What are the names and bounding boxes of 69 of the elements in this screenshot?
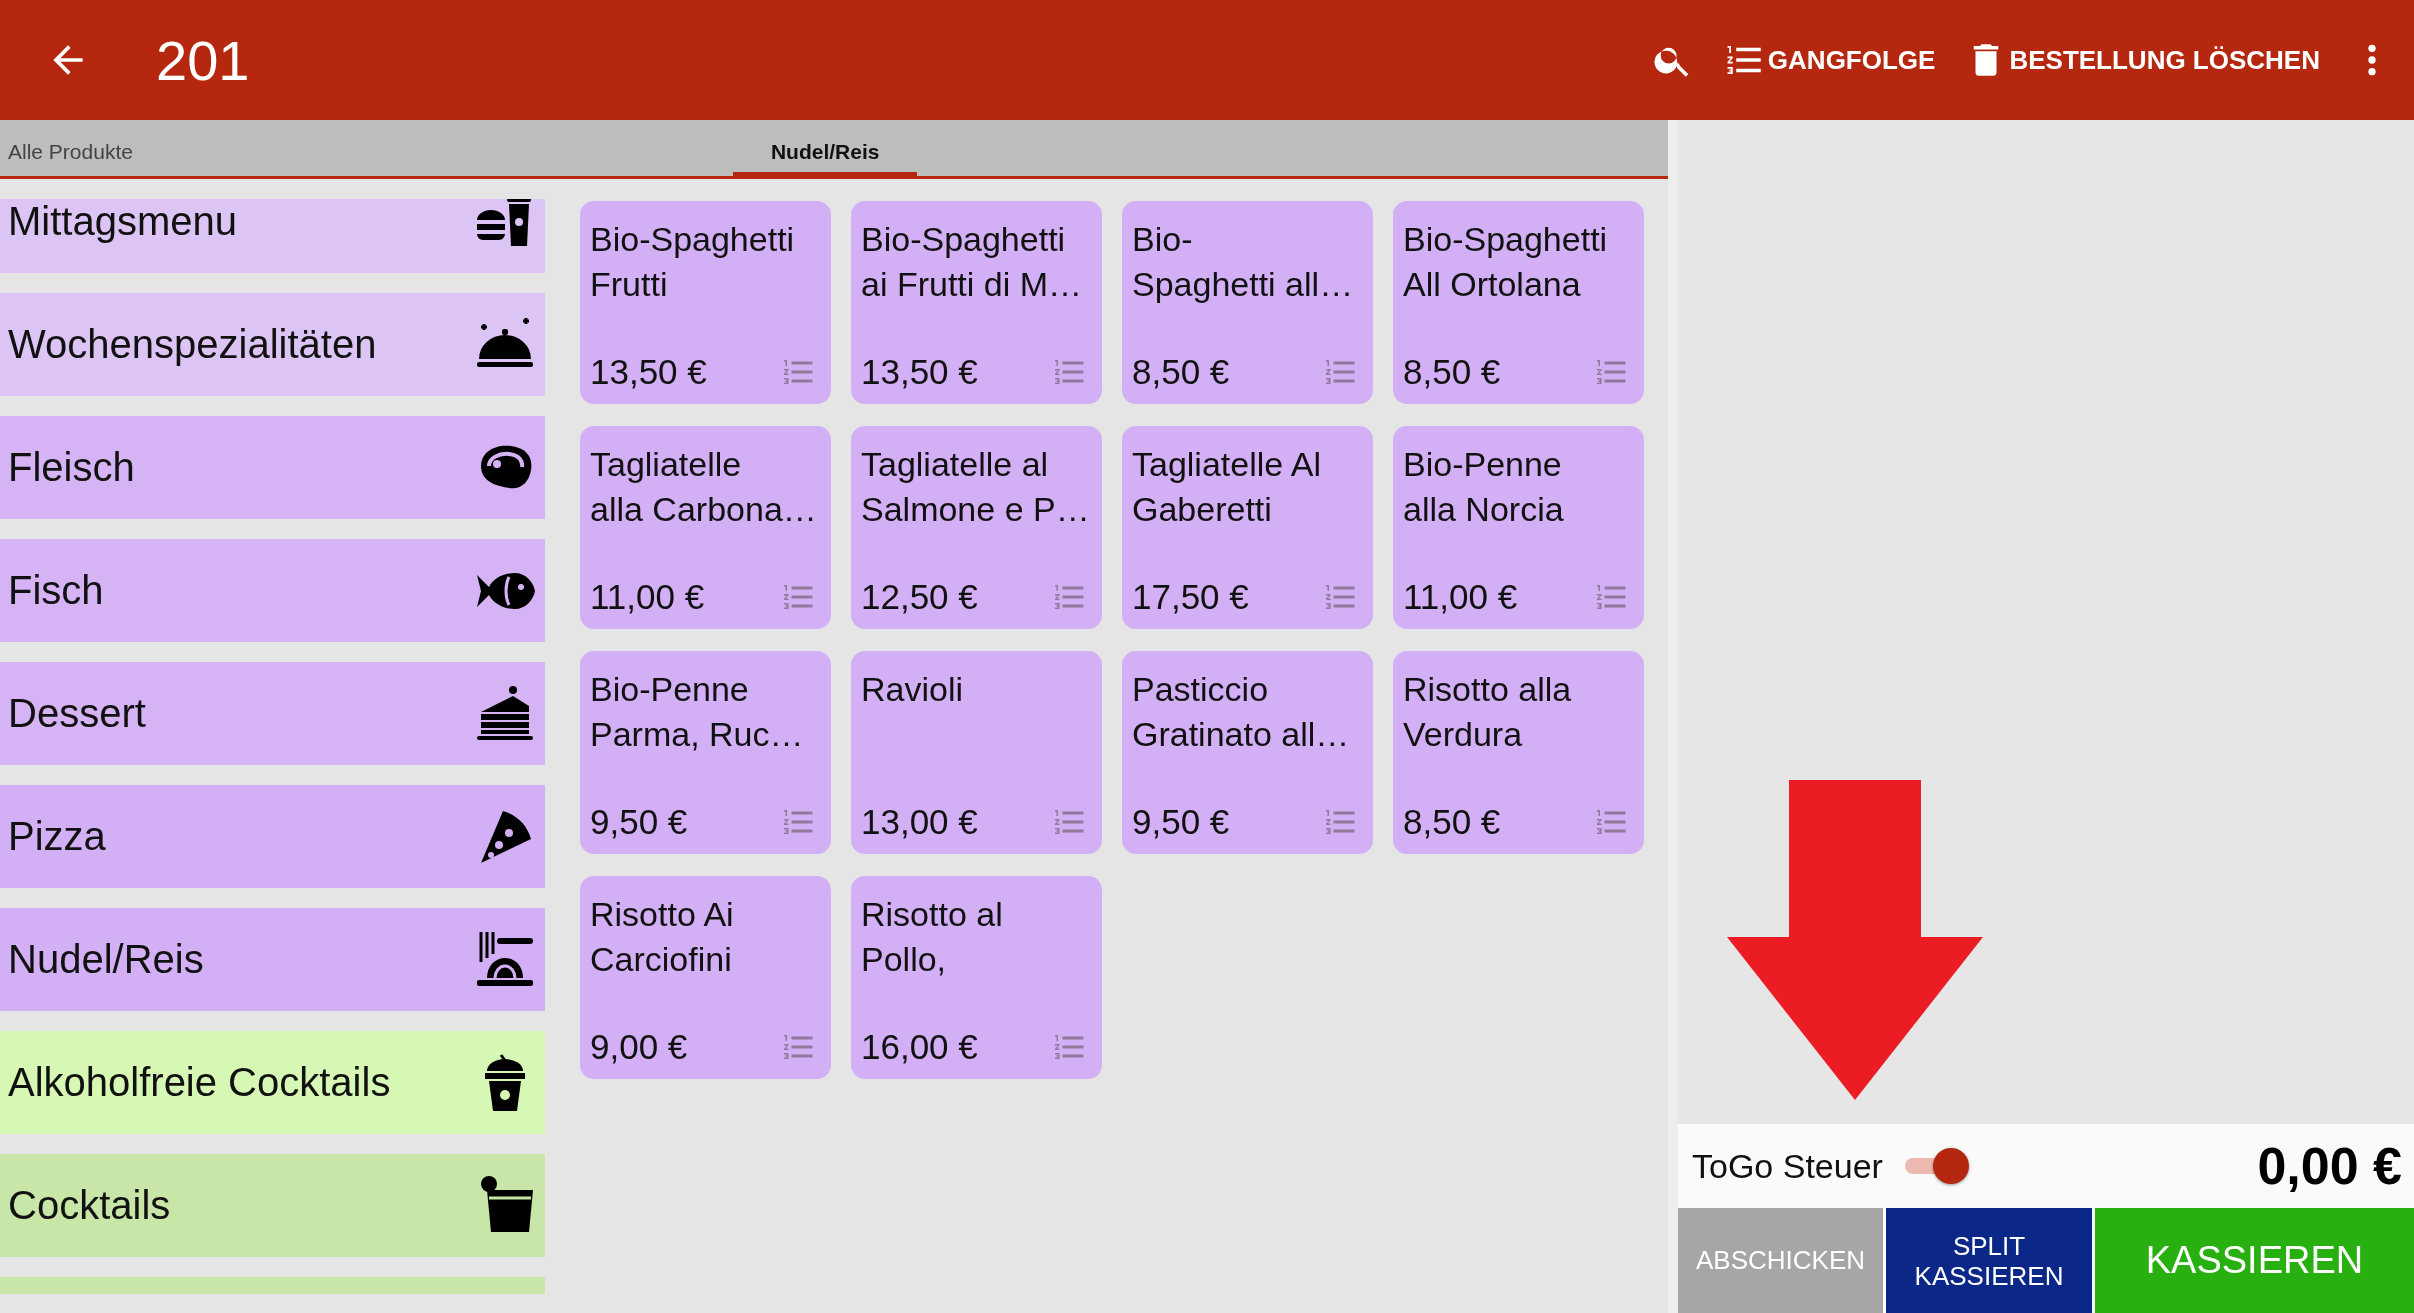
category-label: Alkoholfreie Cocktails	[8, 1060, 391, 1105]
product-price: 11,00 €	[590, 577, 705, 617]
product-tile[interactable]: Ravioli 13,00 €	[851, 651, 1102, 854]
product-price: 8,50 €	[1403, 352, 1501, 392]
product-tile[interactable]: Bio-Penne Parma, Ruc… 9,50 €	[580, 651, 831, 854]
category-label: Pizza	[8, 814, 106, 859]
product-tile[interactable]: Bio-Spaghetti Frutti 13,50 €	[580, 201, 831, 404]
category-label: Nudel/Reis	[8, 937, 204, 982]
product-name: Tagliatelle alla Carbona…	[590, 444, 817, 530]
product-tile[interactable]: Tagliatelle alla Carbona… 11,00 €	[580, 426, 831, 629]
product-name: Bio-Spaghetti Frutti	[590, 219, 795, 305]
category-label: Cocktails	[8, 1183, 171, 1228]
category-tab[interactable]: Nudel/Reis	[732, 120, 918, 176]
product-price: 9,00 €	[590, 1027, 688, 1067]
product-name: Bio-Spaghetti ai Frutti di M…	[861, 219, 1083, 305]
order-total: 0,00 €	[2257, 1136, 2402, 1196]
product-name: Bio-Spaghetti All Ortolana	[1403, 219, 1608, 305]
product-price: 13,00 €	[861, 802, 978, 842]
product-name: Ravioli	[861, 669, 964, 710]
category-item[interactable]: Nudel/Reis	[0, 908, 545, 1011]
product-price: 8,50 €	[1132, 352, 1230, 392]
product-price: 12,50 €	[861, 577, 978, 617]
delete-order-button[interactable]: BESTELLUNG LÖSCHEN	[1965, 39, 2320, 81]
category-item[interactable]: Fleisch	[0, 416, 545, 519]
product-price: 17,50 €	[1132, 577, 1249, 617]
category-item[interactable]: Wochenspezialitäten	[0, 293, 545, 396]
product-tile[interactable]: Bio-Spaghetti ai Frutti di M… 13,50 €	[851, 201, 1102, 404]
product-price: 13,50 €	[590, 352, 707, 392]
order-number: 201	[156, 27, 250, 93]
down-arrow-icon	[1727, 780, 1983, 1100]
product-tile[interactable]: Tagliatelle al Salmone e P… 12,50 €	[851, 426, 1102, 629]
product-price: 16,00 €	[861, 1027, 978, 1067]
product-price: 11,00 €	[1403, 577, 1518, 617]
product-tile[interactable]: Tagliatelle Al Gaberetti 17,50 €	[1122, 426, 1373, 629]
product-price: 13,50 €	[861, 352, 978, 392]
category-item[interactable]: Mittagsmenu	[0, 199, 545, 273]
product-tile[interactable]: Risotto al Pollo, 16,00 €	[851, 876, 1102, 1079]
product-tile[interactable]: Bio- Spaghetti all… 8,50 €	[1122, 201, 1373, 404]
product-name: Risotto alla Verdura	[1403, 669, 1572, 755]
product-name: Risotto al Pollo,	[861, 894, 1003, 980]
product-price: 9,50 €	[1132, 802, 1230, 842]
product-name: Pasticcio Gratinato all…	[1132, 669, 1350, 755]
category-item[interactable]: Cocktails	[0, 1154, 545, 1257]
product-price: 8,50 €	[1403, 802, 1501, 842]
split-pay-button[interactable]: SPLIT KASSIEREN	[1886, 1208, 2092, 1313]
product-name: Risotto Ai Carciofini	[590, 894, 734, 980]
course-order-button[interactable]: GANGFOLGE	[1723, 39, 1936, 81]
togo-tax-label: ToGo Steuer	[1692, 1146, 1883, 1186]
category-label: Dessert	[8, 691, 146, 736]
product-name: Tagliatelle al Salmone e P…	[861, 444, 1090, 530]
category-tab[interactable]: Alle Produkte	[0, 120, 141, 176]
product-tile[interactable]: Risotto alla Verdura 8,50 €	[1393, 651, 1644, 854]
product-name: Bio-Penne alla Norcia	[1403, 444, 1564, 530]
category-item[interactable]: Alkoholfreie Cocktails	[0, 1031, 545, 1134]
category-label: Fisch	[8, 568, 104, 613]
category-item[interactable]: Pizza	[0, 785, 545, 888]
category-label: Wochenspezialitäten	[8, 322, 377, 367]
product-tile[interactable]: Risotto Ai Carciofini 9,00 €	[580, 876, 831, 1079]
category-item[interactable]: Dessert	[0, 662, 545, 765]
product-tile[interactable]: Bio-Penne alla Norcia 11,00 €	[1393, 426, 1644, 629]
product-tile[interactable]: Pasticcio Gratinato all… 9,50 €	[1122, 651, 1373, 854]
product-name: Tagliatelle Al Gaberetti	[1132, 444, 1321, 530]
category-label: Mittagsmenu	[8, 199, 237, 244]
category-item[interactable]: Fisch	[0, 539, 545, 642]
product-tile[interactable]: Bio-Spaghetti All Ortolana 8,50 €	[1393, 201, 1644, 404]
product-name: Bio-Penne Parma, Ruc…	[590, 669, 804, 755]
category-label: Fleisch	[8, 445, 135, 490]
product-price: 9,50 €	[590, 802, 688, 842]
product-name: Bio- Spaghetti all…	[1132, 219, 1354, 305]
